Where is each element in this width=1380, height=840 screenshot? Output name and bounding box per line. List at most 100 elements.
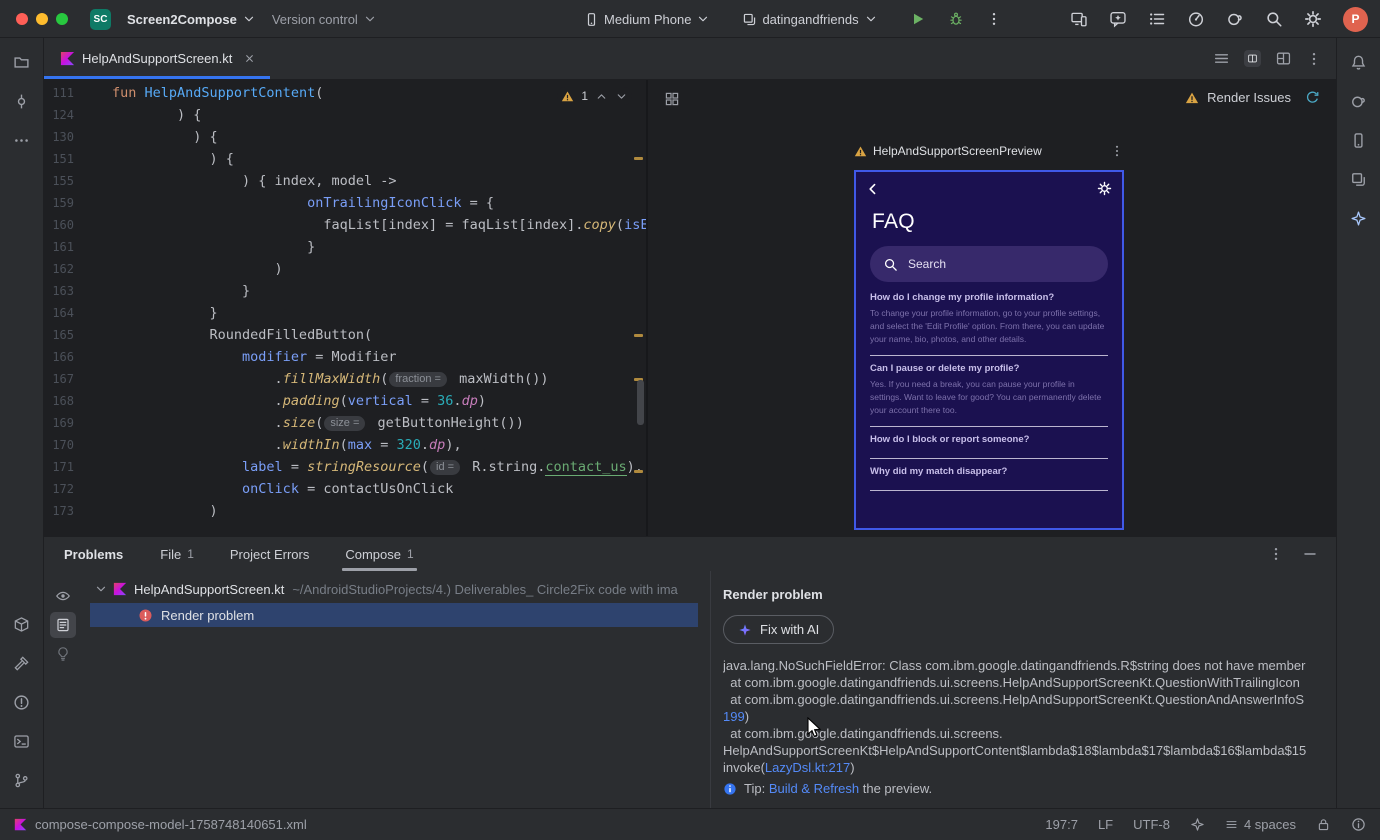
close-tab-icon[interactable]	[243, 52, 256, 65]
structure-icon[interactable]	[1148, 10, 1166, 28]
problems-tool-icon[interactable]	[8, 688, 36, 716]
code-line[interactable]: 161 }	[44, 236, 646, 258]
lock-icon[interactable]	[1316, 817, 1331, 832]
device-selector[interactable]: Medium Phone	[584, 12, 710, 27]
design-view-icon[interactable]	[1275, 50, 1292, 67]
refresh-icon[interactable]	[1305, 90, 1320, 105]
warning-stripe-mark[interactable]	[634, 470, 643, 473]
code-line[interactable]: 167 .fillMaxWidth(fraction = maxWidth())	[44, 368, 646, 390]
commit-tool-icon[interactable]	[8, 87, 36, 115]
zoom-window-button[interactable]	[56, 13, 68, 25]
next-issue-icon[interactable]	[615, 90, 628, 103]
code-text: ) {	[112, 129, 218, 145]
preview-issue-icon[interactable]	[50, 583, 76, 609]
profiler-icon[interactable]	[1187, 10, 1205, 28]
prev-issue-icon[interactable]	[595, 90, 608, 103]
code-line[interactable]: 151 ) {	[44, 148, 646, 170]
code-line[interactable]: 165 RoundedFilledButton(	[44, 324, 646, 346]
code-line[interactable]: 124 ) {	[44, 104, 646, 126]
gradle-sync-icon[interactable]	[1226, 10, 1244, 28]
device-manager-icon[interactable]	[1345, 126, 1373, 154]
quick-fix-icon[interactable]	[50, 641, 76, 667]
problems-tab-project-errors[interactable]: Project Errors	[227, 537, 312, 571]
preview-card-header[interactable]: HelpAndSupportScreenPreview	[854, 144, 1124, 158]
run-config-selector[interactable]: datingandfriends	[742, 12, 877, 27]
build-tool-icon[interactable]	[8, 649, 36, 677]
problem-detail-title: Render problem	[723, 587, 823, 602]
debug-button[interactable]	[948, 11, 964, 27]
more-actions-button[interactable]	[986, 11, 1002, 27]
vcs-selector[interactable]: Version control	[272, 12, 377, 27]
hide-panel-icon[interactable]	[1302, 546, 1318, 562]
kotlin-icon	[113, 582, 127, 596]
split-view-icon[interactable]	[1244, 50, 1261, 67]
close-window-button[interactable]	[16, 13, 28, 25]
more-tools-icon[interactable]	[8, 126, 36, 154]
project-selector[interactable]: Screen2Compose	[127, 12, 256, 27]
code-line[interactable]: 169 .size(size = getButtonHeight())	[44, 412, 646, 434]
build-variants-icon[interactable]	[8, 610, 36, 638]
resource-manager-icon[interactable]	[1345, 165, 1373, 193]
code-view-icon[interactable]	[1213, 50, 1230, 67]
editor-scrollbar[interactable]	[637, 380, 644, 425]
indicator-icon[interactable]	[1351, 817, 1366, 832]
code-line[interactable]: 166 modifier = Modifier	[44, 346, 646, 368]
code-line[interactable]: 159 onTrailingIconClick = {	[44, 192, 646, 214]
inspection-widget[interactable]: 1	[557, 87, 632, 105]
trace-link[interactable]: LazyDsl.kt:217	[765, 760, 850, 775]
problems-file-row[interactable]: HelpAndSupportScreen.kt ~/AndroidStudioP…	[82, 577, 710, 601]
code-line[interactable]: 170 .widthIn(max = 320.dp),	[44, 434, 646, 456]
minimize-window-button[interactable]	[36, 13, 48, 25]
code-line[interactable]: 164 }	[44, 302, 646, 324]
gradle-icon[interactable]	[1345, 87, 1373, 115]
running-devices-icon[interactable]	[1070, 10, 1088, 28]
preview-options-icon[interactable]	[1110, 144, 1124, 158]
file-encoding[interactable]: UTF-8	[1133, 817, 1170, 832]
line-number: 161	[52, 240, 74, 254]
project-tool-icon[interactable]	[8, 48, 36, 76]
run-button[interactable]	[910, 11, 926, 27]
code-editor[interactable]: 111 fun HelpAndSupportContent(124 ) {130 …	[44, 80, 648, 536]
editor-tab-bar: HelpAndSupportScreen.kt	[44, 38, 1336, 80]
preview-layout-grid-icon[interactable]	[664, 91, 680, 107]
tab-helpandsupportscreen[interactable]: HelpAndSupportScreen.kt	[44, 38, 271, 79]
avatar[interactable]: P	[1343, 6, 1368, 32]
code-line[interactable]: 171 label = stringResource(id = R.string…	[44, 456, 646, 478]
code-line[interactable]: 168 .padding(vertical = 36.dp)	[44, 390, 646, 412]
ai-status-icon[interactable]	[1190, 817, 1205, 832]
panel-options-icon[interactable]	[1268, 546, 1284, 562]
code-line[interactable]: 162 )	[44, 258, 646, 280]
render-issues-label[interactable]: Render Issues	[1207, 90, 1291, 105]
line-ending[interactable]: LF	[1098, 817, 1113, 832]
warning-stripe-mark[interactable]	[634, 157, 643, 160]
code-line[interactable]: 111 fun HelpAndSupportContent(	[44, 82, 646, 104]
build-refresh-link[interactable]: Build & Refresh	[769, 781, 859, 796]
code-line[interactable]: 173 )	[44, 500, 646, 522]
search-everywhere-icon[interactable]	[1265, 10, 1283, 28]
gemini-icon[interactable]	[1345, 204, 1373, 232]
warning-stripe-mark[interactable]	[634, 334, 643, 337]
issue-detail-view-icon[interactable]	[50, 612, 76, 638]
trace-line: at com.ibm.google.datingandfriends.ui.sc…	[723, 726, 1003, 741]
code-line[interactable]: 155 ) { index, model ->	[44, 170, 646, 192]
problems-tab-compose[interactable]: Compose 1	[342, 537, 418, 571]
indent-widget[interactable]: 4 spaces	[1225, 817, 1296, 832]
problems-tab-file[interactable]: File 1	[157, 537, 197, 571]
fix-with-ai-button[interactable]: Fix with AI	[723, 615, 835, 644]
tab-options-icon[interactable]	[1306, 51, 1322, 67]
caret-position[interactable]: 197:7	[1045, 817, 1078, 832]
trace-link[interactable]: 199	[723, 709, 745, 724]
status-file[interactable]: compose-compose-model-1758748140651.xml	[14, 817, 307, 832]
problems-error-row[interactable]: Render problem	[90, 603, 698, 627]
problems-panel: Problems File1 Project Errors Compose1	[44, 536, 1336, 808]
version-control-tool-icon[interactable]	[8, 766, 36, 794]
code-text: .size(size = getButtonHeight())	[112, 415, 524, 431]
settings-icon[interactable]	[1304, 10, 1322, 28]
terminal-tool-icon[interactable]	[8, 727, 36, 755]
gemini-chat-icon[interactable]	[1109, 10, 1127, 28]
code-line[interactable]: 172 onClick = contactUsOnClick	[44, 478, 646, 500]
code-line[interactable]: 163 }	[44, 280, 646, 302]
code-line[interactable]: 160 faqList[index] = faqList[index].copy…	[44, 214, 646, 236]
code-line[interactable]: 130 ) {	[44, 126, 646, 148]
notifications-icon[interactable]	[1345, 48, 1373, 76]
